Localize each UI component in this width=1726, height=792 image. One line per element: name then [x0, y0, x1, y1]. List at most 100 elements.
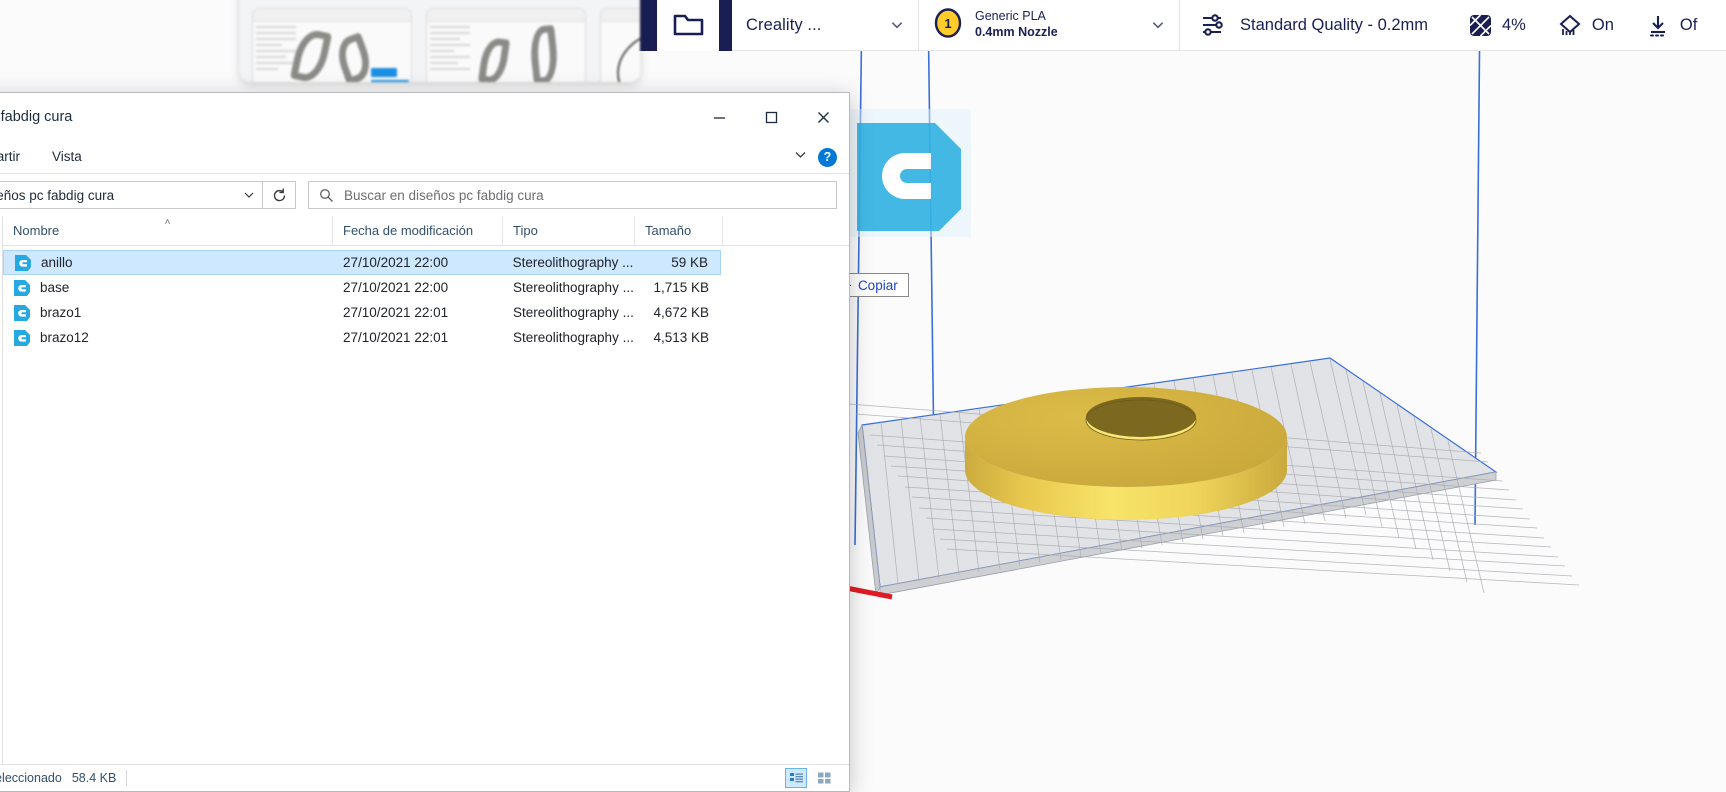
cell-type: Stereolithography ... [513, 330, 634, 345]
chevron-down-icon [891, 22, 903, 29]
adhesion-icon [1649, 15, 1666, 36]
svg-text:1: 1 [944, 16, 951, 31]
extruder-badge: 1 [933, 7, 963, 43]
ribbon-tab-compartir[interactable]: mpartir [0, 144, 34, 171]
material-nozzle: 0.4mm Nozzle [975, 25, 1058, 39]
folder-open-icon [673, 14, 703, 36]
cura-file-icon [14, 279, 30, 296]
drag-ghost-cura-file-icon [843, 109, 971, 237]
large-icons-view-icon [817, 772, 830, 784]
table-row[interactable]: base 27/10/2021 22:00 Stereolithography … [3, 275, 849, 300]
cura-file-icon [14, 329, 30, 346]
print-settings-selector[interactable]: Standard Quality - 0.2mm 4% On Of [1180, 0, 1711, 51]
printer-selector[interactable]: Creality ... [732, 0, 918, 51]
refresh-icon [273, 188, 285, 201]
profile-label: Standard Quality - 0.2mm [1240, 15, 1428, 34]
close-icon [817, 111, 829, 123]
printer-label: Creality ... [746, 15, 822, 34]
window-title: s pc fabdig cura [0, 109, 73, 125]
column-header-tamano[interactable]: Tamaño [635, 216, 723, 245]
navigation-pane[interactable] [0, 216, 3, 764]
infill-grid-icon [1469, 13, 1492, 37]
infill-label: 4% [1502, 15, 1526, 34]
screen: + Copiar Creality ... [0, 0, 1726, 792]
cell-size: 4,672 KB [653, 305, 709, 320]
column-header-tipo[interactable]: Tipo [503, 216, 635, 245]
support-indicator[interactable]: On [1558, 13, 1614, 38]
cell-date: 27/10/2021 22:00 [343, 280, 449, 295]
explorer-body: ˄ Nombre Fecha de modificación Tipo Tama… [0, 216, 849, 764]
toolbar-accent-2 [719, 0, 732, 51]
sliders-icon [1203, 14, 1223, 36]
chevron-down-icon [1152, 22, 1164, 29]
column-header-fecha[interactable]: Fecha de modificación [333, 216, 503, 245]
cura-file-icon [15, 254, 31, 271]
cell-type: Stereolithography ... [512, 255, 634, 270]
column-header-label: Tamaño [645, 223, 692, 238]
explorer-titlebar[interactable]: s pc fabdig cura [0, 93, 849, 141]
table-row[interactable]: brazo12 27/10/2021 22:01 Stereolithograp… [3, 325, 849, 350]
table-row[interactable]: brazo1 27/10/2021 22:01 Stereolithograph… [3, 300, 849, 325]
cell-date: 27/10/2021 22:00 [343, 255, 449, 270]
adhesion-indicator[interactable]: Of [1646, 13, 1697, 38]
sort-ascending-caret: ˄ [164, 217, 171, 228]
explorer-ribbon-tabs: mpartir Vista ? [0, 141, 849, 174]
cell-name: anillo [4, 254, 333, 272]
column-header-label: Tipo [513, 223, 538, 238]
material-name: Generic PLA [975, 9, 1046, 24]
column-header-label: Nombre [13, 223, 60, 238]
file-name: brazo1 [40, 305, 82, 320]
support-icon [1559, 14, 1581, 35]
cell-name: base [3, 279, 333, 297]
background-cad-window [240, 0, 640, 82]
help-button[interactable]: ? [818, 147, 837, 167]
file-list[interactable]: ˄ Nombre Fecha de modificación Tipo Tama… [3, 216, 849, 764]
adhesion-label: Of [1679, 15, 1698, 34]
cell-date: 27/10/2021 22:01 [343, 305, 449, 320]
file-name: base [40, 280, 70, 295]
maximize-icon [765, 111, 777, 123]
minimize-button[interactable] [693, 100, 745, 134]
file-name: anillo [41, 255, 73, 270]
ribbon-collapse-button[interactable] [793, 147, 808, 167]
cell-size: 59 KB [671, 255, 708, 270]
address-path-input[interactable]: diseños pc fabdig cura [0, 181, 263, 209]
search-icon [320, 188, 333, 202]
cell-size: 1,715 KB [653, 280, 709, 295]
chevron-down-icon[interactable] [242, 188, 256, 202]
address-path-value: diseños pc fabdig cura [0, 187, 115, 203]
file-explorer-window: s pc fabdig cura mpartir Vista [0, 92, 850, 792]
details-view-icon [789, 773, 803, 783]
column-header-label: Fecha de modificación [343, 223, 474, 238]
cell-date: 27/10/2021 22:01 [343, 330, 449, 345]
ribbon-tab-vista[interactable]: Vista [38, 144, 96, 171]
infill-indicator[interactable]: 4% [1468, 13, 1526, 38]
cura-file-icon [14, 304, 30, 321]
search-input[interactable]: Buscar en diseños pc fabdig cura [308, 181, 837, 209]
search-placeholder: Buscar en diseños pc fabdig cura [344, 187, 544, 203]
status-selection-text: nto seleccionado [0, 771, 62, 785]
cura-toolbar: Creality ... 1 Generic PLA 0.4mm Nozzle [630, 0, 1726, 51]
column-header-nombre[interactable]: ˄ Nombre [3, 216, 333, 245]
chevron-down-icon [795, 152, 806, 158]
refresh-button[interactable] [263, 181, 296, 209]
maximize-button[interactable] [745, 100, 797, 134]
cell-size: 4,513 KB [653, 330, 709, 345]
bg-thumbnail-card [426, 8, 586, 82]
cell-type: Stereolithography ... [513, 280, 634, 295]
material-selector[interactable]: 1 Generic PLA 0.4mm Nozzle [919, 0, 1179, 51]
cell-name: brazo1 [3, 304, 333, 322]
support-label: On [1591, 15, 1614, 34]
explorer-addressbar: diseños pc fabdig cura Buscar en diseños… [0, 174, 849, 216]
file-name: brazo12 [40, 330, 89, 345]
table-row[interactable]: anillo 27/10/2021 22:00 Stereolithograph… [3, 250, 721, 275]
large-icons-view-button[interactable] [813, 768, 835, 788]
minimize-icon [713, 116, 725, 119]
status-divider [126, 770, 128, 786]
bg-thumbnail-card [252, 8, 412, 82]
cell-type: Stereolithography ... [513, 305, 634, 320]
open-file-button[interactable] [657, 0, 719, 51]
close-button[interactable] [797, 100, 849, 134]
explorer-statusbar: nto seleccionado 58.4 KB [0, 764, 849, 791]
details-view-button[interactable] [785, 768, 807, 788]
